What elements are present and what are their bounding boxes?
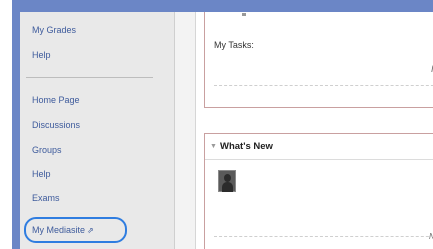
avatar-body [222, 182, 233, 192]
content-divider-vertical [195, 12, 196, 249]
screenshot-stage: My Grades Help Home Page Discussions Gro… [0, 0, 433, 249]
panel-top-mark [242, 13, 246, 16]
sidebar-divider [26, 77, 153, 78]
whats-new-header[interactable]: ▼ What's New [205, 134, 433, 160]
avatar-head [224, 174, 231, 182]
my-tasks-label: My Tasks: [214, 40, 254, 50]
course-window: My Grades Help Home Page Discussions Gro… [20, 12, 433, 249]
whats-new-title: What's New [220, 141, 273, 152]
my-tasks-panel: My Tasks: I [204, 12, 433, 108]
sidebar-item-exams[interactable]: Exams [32, 193, 60, 204]
dashed-divider [214, 85, 433, 86]
sidebar-item-help-top[interactable]: Help [32, 50, 51, 61]
sidebar-item-my-grades[interactable]: My Grades [32, 25, 76, 36]
sidebar-item-home-page[interactable]: Home Page [32, 95, 80, 106]
sidebar-item-help[interactable]: Help [32, 169, 51, 180]
frame-border-left [12, 0, 20, 249]
highlight-circle [24, 217, 127, 243]
chevron-down-icon[interactable]: ▼ [210, 143, 217, 150]
dashed-divider [214, 236, 433, 237]
user-avatar [218, 170, 236, 192]
sidebar-item-discussions[interactable]: Discussions [32, 120, 80, 131]
whats-new-panel: ▼ What's New N [204, 133, 433, 249]
sidebar-item-groups[interactable]: Groups [32, 145, 62, 156]
sidebar-gutter [175, 12, 195, 249]
course-menu-sidebar: My Grades Help Home Page Discussions Gro… [20, 12, 174, 249]
frame-border-top [12, 0, 433, 12]
